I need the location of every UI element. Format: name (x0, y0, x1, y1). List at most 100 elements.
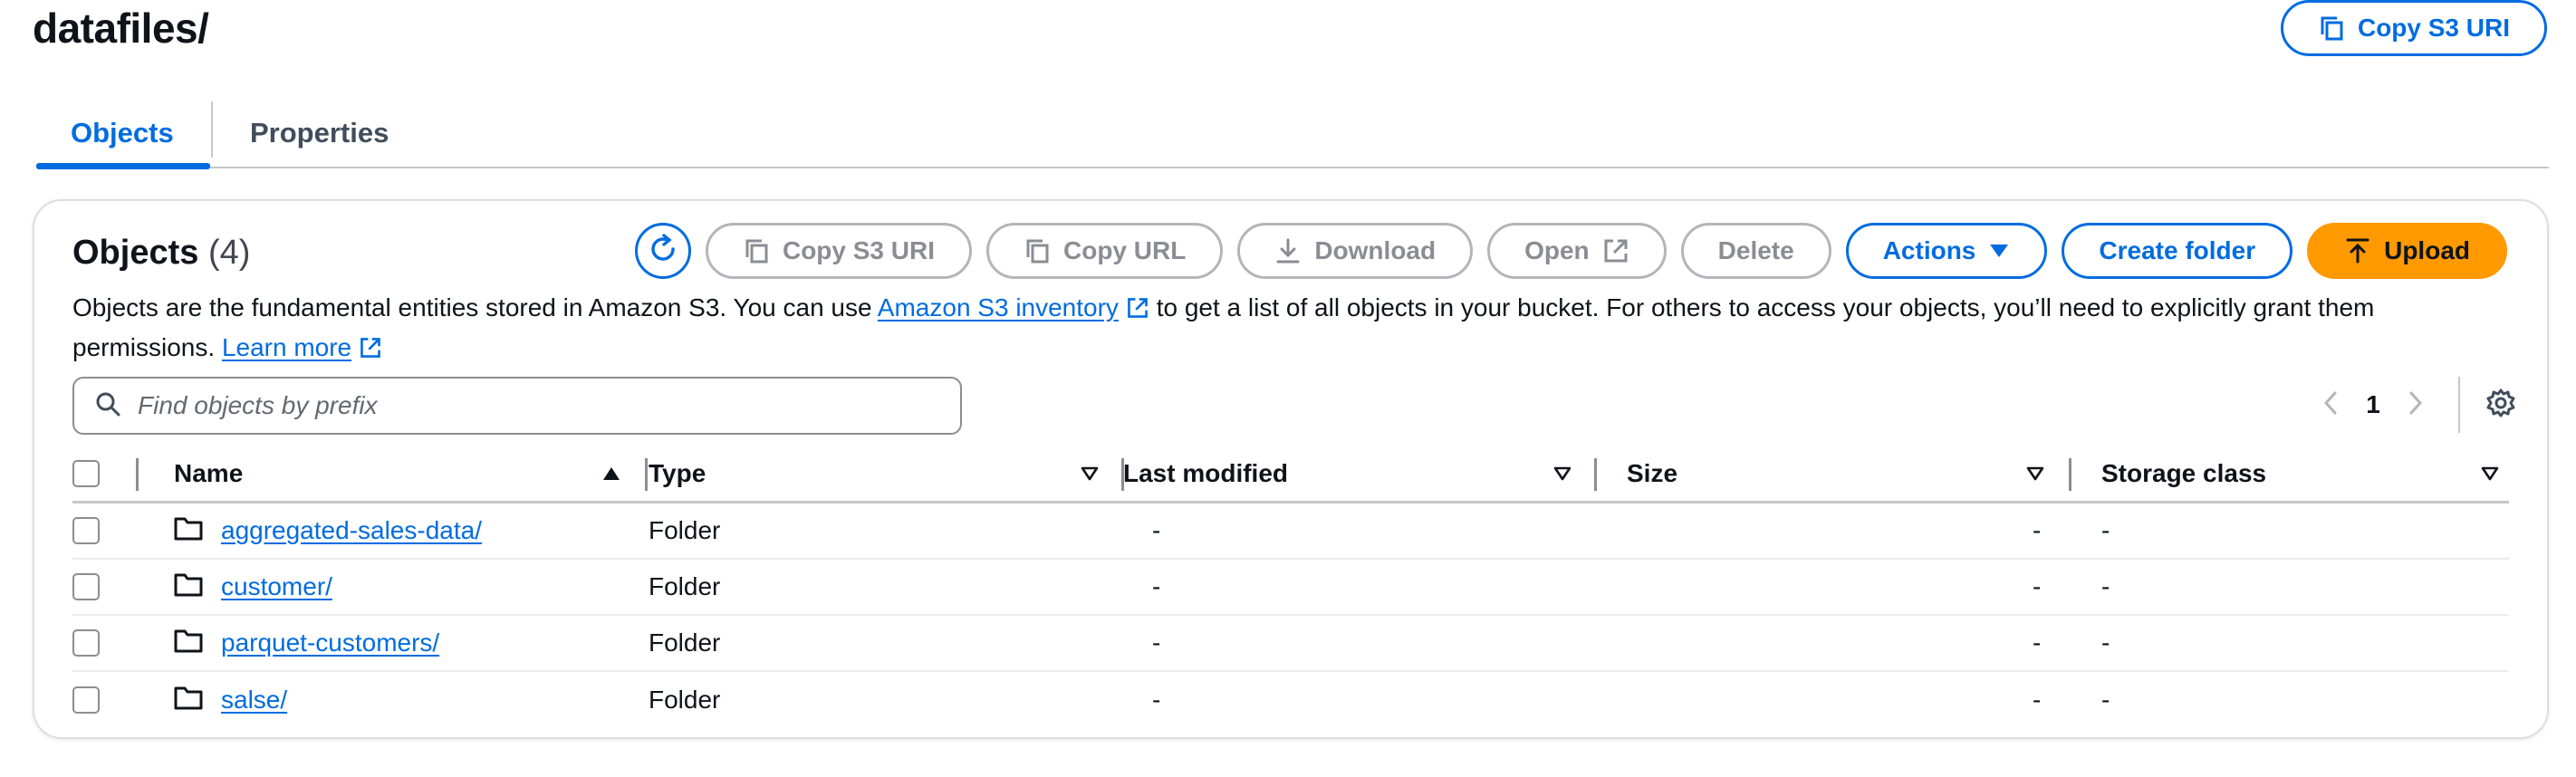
external-link-icon[interactable] (359, 333, 382, 369)
search-input[interactable] (136, 390, 933, 421)
tab-objects[interactable]: Objects (71, 98, 174, 168)
column-header-size[interactable]: Size (1627, 446, 1677, 501)
column-header-storage-class[interactable]: Storage class (2101, 446, 2266, 501)
objects-description: Objects are the fundamental entities sto… (72, 290, 2509, 369)
table-row[interactable]: parquet-customers/ Folder - - - (72, 616, 2509, 672)
open-button[interactable]: Open (1487, 223, 1667, 279)
upload-button[interactable]: Upload (2307, 223, 2507, 279)
tab-properties[interactable]: Properties (250, 98, 389, 168)
row-checkbox[interactable] (72, 629, 100, 657)
s3-inventory-link[interactable]: Amazon S3 inventory (878, 293, 1119, 321)
pagination-divider (2458, 377, 2460, 433)
copy-url-label: Copy URL (1063, 236, 1187, 264)
table-row[interactable]: salse/ Folder - - - (72, 672, 2509, 728)
actions-dropdown-button[interactable]: Actions (1845, 223, 2048, 279)
size-cell: - (2033, 686, 2042, 714)
column-separator[interactable] (645, 458, 648, 491)
copy-s3-uri-button[interactable]: Copy S3 URI (705, 223, 972, 279)
storage-class-cell: - (2101, 572, 2110, 600)
s3-bucket-folder-page: datafiles/ Copy S3 URI Objects Propertie… (0, 0, 2576, 777)
column-header-last-modified[interactable]: Last modified (1123, 446, 1288, 501)
tab-objects-label: Objects (71, 117, 174, 149)
current-page-number[interactable]: 1 (2355, 390, 2391, 419)
size-cell: - (2033, 516, 2042, 544)
name-cell: customer/ (174, 560, 332, 614)
folder-icon (174, 571, 203, 603)
storage-class-cell: - (2101, 628, 2110, 657)
sort-icon[interactable] (1552, 446, 1572, 501)
sort-icon[interactable] (2025, 446, 2045, 501)
column-separator[interactable] (1594, 458, 1597, 491)
last-modified-cell: - (1152, 628, 1161, 657)
objects-heading-label: Objects (72, 234, 199, 272)
copy-s3-uri-header-button[interactable]: Copy S3 URI (2280, 0, 2547, 56)
object-name-link[interactable]: customer/ (221, 572, 332, 601)
type-cell: Folder (649, 572, 721, 600)
description-text-1: Objects are the fundamental entities sto… (72, 293, 878, 321)
search-icon (74, 390, 121, 422)
row-checkbox[interactable] (72, 573, 100, 600)
actions-label: Actions (1882, 236, 1976, 264)
type-cell: Folder (649, 516, 721, 544)
create-folder-label: Create folder (2099, 236, 2256, 264)
column-header-name[interactable]: Name (174, 446, 243, 501)
upload-icon (2344, 237, 2371, 264)
objects-panel: Objects (4) Copy S3 URI Copy URL Downloa… (33, 199, 2549, 739)
objects-toolbar: Copy S3 URI Copy URL Download Open Delet… (634, 223, 2507, 279)
column-header-type[interactable]: Type (649, 446, 706, 501)
delete-button[interactable]: Delete (1680, 223, 1831, 279)
select-all-checkbox[interactable] (72, 459, 100, 487)
row-checkbox[interactable] (72, 686, 100, 714)
next-page-button[interactable] (2391, 380, 2440, 429)
table-header-row: Name Type Last modified Size Storage cla… (72, 446, 2509, 504)
folder-icon (174, 685, 203, 716)
copy-icon (743, 237, 770, 264)
size-cell: - (2033, 572, 2042, 600)
create-folder-button[interactable]: Create folder (2062, 223, 2293, 279)
external-link-icon (1602, 237, 1629, 264)
copy-url-button[interactable]: Copy URL (986, 223, 1224, 279)
size-cell: - (2033, 628, 2042, 657)
tab-bar: Objects Properties (36, 98, 2549, 169)
download-button[interactable]: Download (1237, 223, 1474, 279)
caret-down-icon (1988, 242, 2010, 260)
folder-icon (174, 628, 203, 659)
objects-table: Name Type Last modified Size Storage cla… (72, 446, 2509, 728)
last-modified-cell: - (1152, 516, 1161, 544)
copy-icon (2318, 14, 2345, 42)
refresh-button[interactable] (634, 223, 691, 279)
object-name-link[interactable]: aggregated-sales-data/ (221, 516, 482, 545)
download-label: Download (1314, 236, 1437, 264)
sort-icon[interactable] (1080, 446, 1100, 501)
row-select-cell (72, 616, 100, 670)
select-all-cell (72, 446, 100, 501)
open-label: Open (1524, 236, 1590, 264)
object-name-link[interactable]: salse/ (221, 686, 287, 715)
object-name-link[interactable]: parquet-customers/ (221, 628, 439, 657)
name-cell: aggregated-sales-data/ (174, 504, 482, 558)
objects-heading: Objects (4) (72, 234, 250, 273)
learn-more-link[interactable]: Learn more (222, 333, 351, 361)
storage-class-cell: - (2101, 686, 2110, 714)
table-row[interactable]: customer/ Folder - - - (72, 560, 2509, 616)
settings-icon (2485, 388, 2516, 423)
table-preferences-button[interactable] (2476, 380, 2525, 429)
table-row[interactable]: aggregated-sales-data/ Folder - - - (72, 504, 2509, 560)
pagination: 1 (2306, 375, 2525, 435)
external-link-icon[interactable] (1126, 293, 1149, 330)
previous-page-button[interactable] (2306, 380, 2355, 429)
tab-properties-label: Properties (250, 117, 389, 149)
search-field[interactable] (72, 377, 962, 435)
type-cell: Folder (649, 686, 721, 714)
refresh-icon (647, 233, 679, 270)
row-select-cell (72, 672, 100, 728)
row-checkbox[interactable] (72, 517, 100, 544)
column-separator[interactable] (136, 458, 139, 491)
row-select-cell (72, 560, 100, 614)
chevron-left-icon (2321, 389, 2341, 421)
sort-ascending-icon[interactable] (601, 446, 621, 501)
sort-icon[interactable] (2480, 446, 2500, 501)
column-separator[interactable] (2069, 458, 2071, 491)
last-modified-cell: - (1152, 572, 1161, 600)
tab-active-indicator (36, 163, 210, 169)
